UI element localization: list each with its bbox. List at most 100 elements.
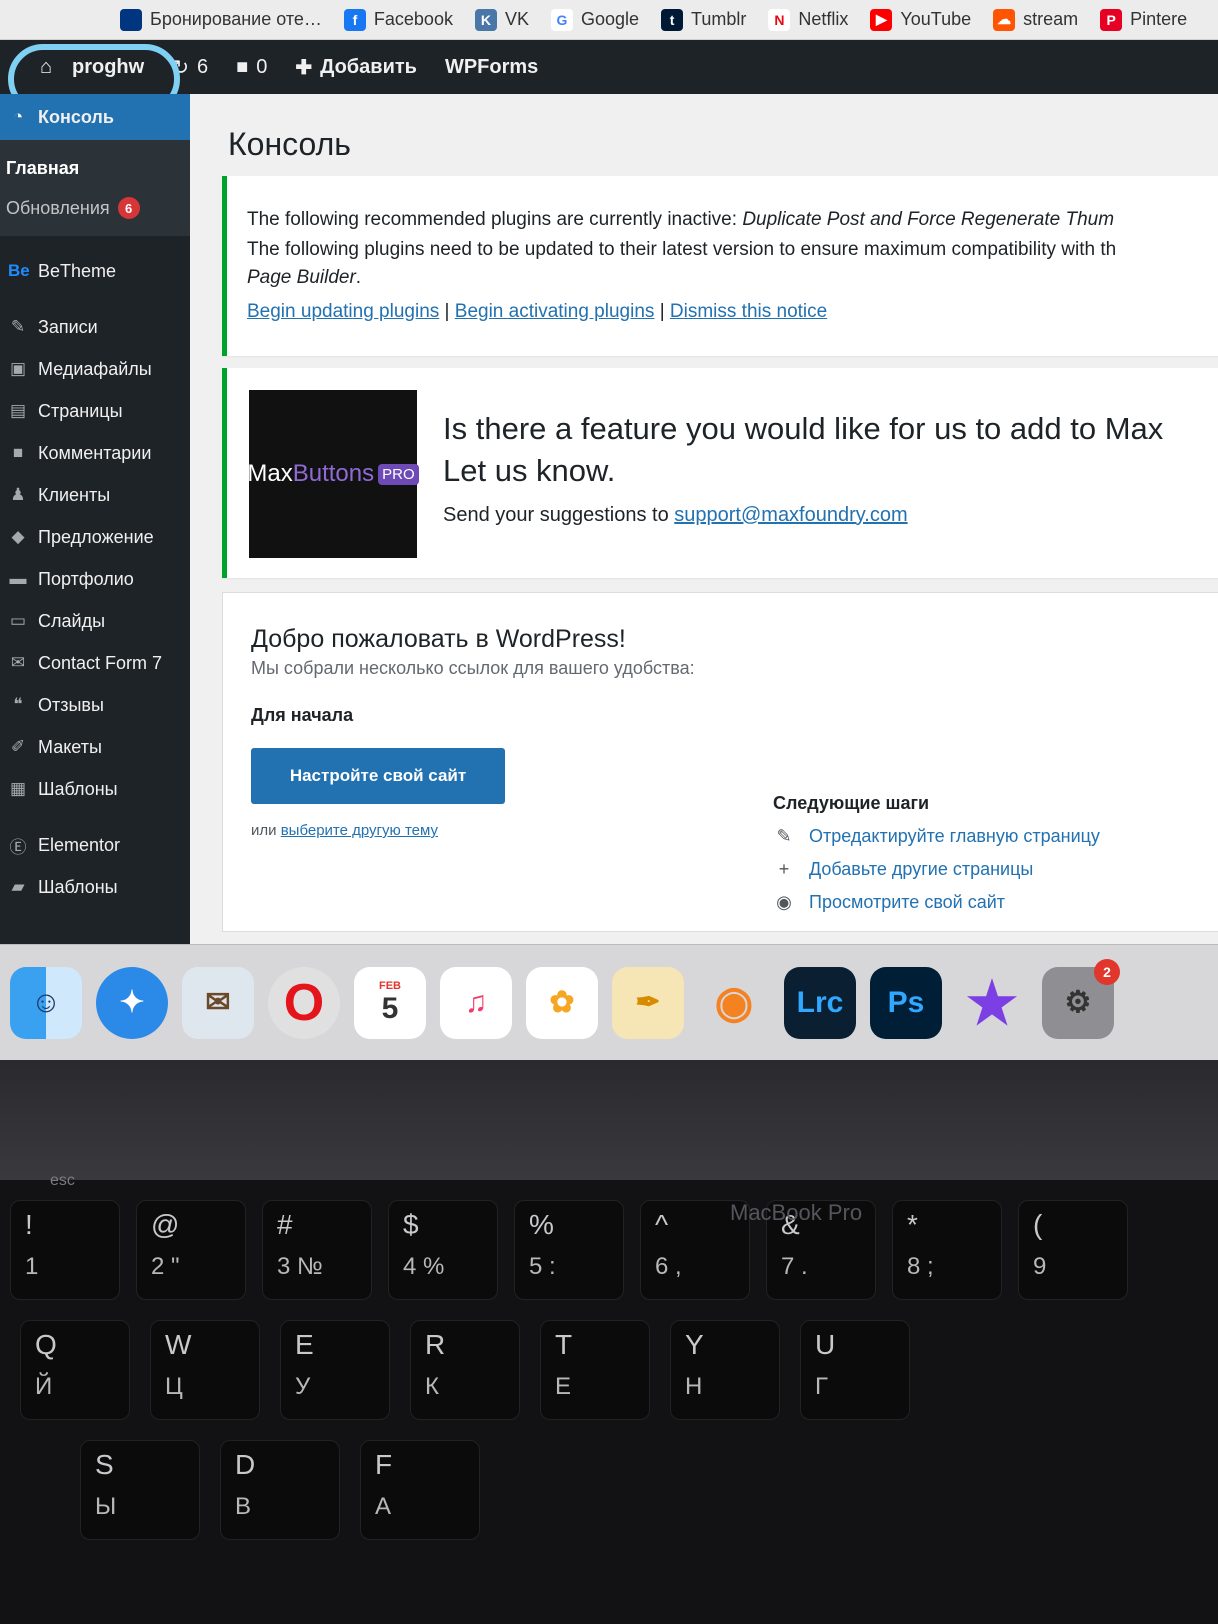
- sidebar-item[interactable]: ▣ Медиафайлы: [0, 348, 190, 390]
- finder-icon[interactable]: ☺: [10, 966, 82, 1039]
- sidebar-item-label: Страницы: [38, 400, 123, 421]
- bookmark-item[interactable]: f Facebook: [343, 8, 453, 31]
- key-primary: Q: [35, 1329, 57, 1360]
- key-secondary: У: [295, 1373, 311, 1400]
- photoshop-icon[interactable]: Ps: [870, 966, 942, 1039]
- submenu-updates[interactable]: Обновления 6: [0, 188, 190, 228]
- updates-badge: 6: [117, 197, 140, 219]
- sidebar-item[interactable]: ■ Комментарии: [0, 432, 190, 474]
- sidebar-item[interactable]: ▬ Портфолио: [0, 558, 190, 600]
- keyboard-key: SЫ: [80, 1440, 200, 1540]
- menu-separator: [0, 236, 190, 250]
- separator: |: [444, 301, 450, 322]
- bookmark-label: VK: [504, 9, 529, 29]
- sidebar-item[interactable]: ▤ Страницы: [0, 390, 190, 432]
- key-secondary: 2 ": [151, 1253, 180, 1280]
- bookmark-label: stream: [1023, 9, 1079, 29]
- folder-icon: ▰: [11, 877, 25, 896]
- music-icon[interactable]: ♫: [440, 966, 512, 1039]
- mail-icon: ✉: [10, 653, 26, 672]
- opera-icon[interactable]: O: [268, 966, 340, 1039]
- menu-separator: [0, 292, 190, 306]
- key-primary: U: [815, 1329, 836, 1360]
- keyboard-key: (9: [1018, 1200, 1128, 1300]
- blender-icon[interactable]: ◉: [698, 967, 770, 1039]
- bookmark-item[interactable]: ▶ YouTube: [870, 8, 972, 31]
- let-us-know: Let us know.: [443, 453, 616, 488]
- youtube-icon: ▶: [870, 8, 893, 31]
- new-content-label: Добавить: [320, 55, 417, 78]
- bookmark-label: YouTube: [900, 9, 972, 29]
- safari-icon[interactable]: ✦: [96, 966, 168, 1039]
- sidebar-item[interactable]: ❝ Отзывы: [0, 684, 190, 726]
- photos-icon[interactable]: ✿: [526, 966, 598, 1039]
- calendar-day: 5: [381, 991, 399, 1025]
- keyboard-key: YН: [670, 1320, 780, 1420]
- sidebar-item-label: Макеты: [38, 736, 102, 757]
- key-secondary: 4 %: [403, 1253, 445, 1280]
- send-suggestions-text: Send your suggestions to: [443, 504, 675, 526]
- key-primary: *: [907, 1209, 918, 1240]
- facebook-icon: f: [343, 8, 366, 31]
- lightroom-classic-icon[interactable]: Lrc: [784, 966, 856, 1039]
- begin-updating-link[interactable]: Begin updating plugins: [247, 301, 439, 322]
- keyboard-key: RК: [410, 1320, 520, 1420]
- new-content-link[interactable]: ✚ Добавить: [281, 40, 431, 94]
- macos-dock: ☺ ✦ ✉ O FEB 5 ♫ ✿ ✒ ◉ Lrc Ps ★ ⚙ 2: [0, 944, 1218, 1060]
- begin-activating-link[interactable]: Begin activating plugins: [455, 301, 655, 322]
- key-secondary: 8 ;: [907, 1253, 934, 1280]
- support-email-link[interactable]: support@maxfoundry.com: [674, 504, 907, 526]
- choose-theme-link[interactable]: выберите другую тему: [281, 822, 438, 839]
- sidebar-item[interactable]: ▭ Слайды: [0, 600, 190, 642]
- bookmark-item[interactable]: N Netflix: [768, 8, 848, 31]
- get-started-heading: Для начала: [251, 705, 354, 725]
- plus-icon: +: [778, 859, 790, 879]
- view-site-icon: ◉: [776, 892, 792, 912]
- next-step-link[interactable]: + Добавьте другие страницы: [773, 859, 1100, 880]
- bookmark-item[interactable]: K VK: [474, 8, 529, 31]
- bookmark-item[interactable]: P Pintere: [1100, 8, 1187, 31]
- dismiss-notice-link[interactable]: Dismiss this notice: [670, 301, 827, 322]
- bookmark-item[interactable]: t Tumblr: [661, 8, 746, 31]
- sidebar-item[interactable]: ✐ Макеты: [0, 726, 190, 768]
- sidebar-item-label: Комментарии: [38, 442, 152, 463]
- sidebar-item-label: Шаблоны: [38, 778, 118, 799]
- key-primary: #: [277, 1209, 293, 1240]
- sidebar-item[interactable]: Be BeTheme: [0, 250, 190, 292]
- sidebar-item-label: Elementor: [38, 834, 121, 855]
- next-step-link[interactable]: ◉ Просмотрите свой сайт: [773, 892, 1100, 913]
- imovie-icon[interactable]: ★: [956, 967, 1028, 1039]
- sidebar-item[interactable]: ◆ Предложение: [0, 516, 190, 558]
- next-steps-list: ✎ Отредактируйте главную страницу + Добавьт…: [773, 826, 1100, 913]
- sidebar-item-dashboard[interactable]: ◔ Консоль: [0, 94, 190, 140]
- sidebar-item[interactable]: ♟ Клиенты: [0, 474, 190, 516]
- keyboard-key: EУ: [280, 1320, 390, 1420]
- calendar-month: FEB: [379, 979, 401, 992]
- netflix-icon: N: [768, 8, 791, 31]
- sidebar-item[interactable]: ▰ Шаблоны: [0, 866, 190, 908]
- bookmark-item[interactable]: ☁ stream: [993, 8, 1079, 31]
- sidebar-item[interactable]: ✎ Записи: [0, 306, 190, 348]
- layouts-icon: ✐: [10, 737, 26, 756]
- customize-site-button[interactable]: Настройте свой сайт: [251, 748, 505, 804]
- system-preferences-icon[interactable]: ⚙ 2: [1042, 958, 1120, 1039]
- key-primary: F: [375, 1449, 393, 1480]
- esc-label: esc: [50, 1172, 75, 1189]
- calendar-icon[interactable]: FEB 5: [354, 966, 426, 1039]
- mail-stamp-icon[interactable]: ✉: [182, 966, 254, 1039]
- ps-label: Ps: [887, 985, 925, 1019]
- sidebar-item[interactable]: ✉ Contact Form 7: [0, 642, 190, 684]
- submenu-updates-label: Обновления: [6, 197, 110, 218]
- submenu-home-label: Главная: [6, 157, 80, 178]
- pages-icon[interactable]: ✒: [612, 966, 684, 1039]
- next-step-link[interactable]: ✎ Отредактируйте главную страницу: [773, 826, 1099, 847]
- bookmark-item[interactable]: Бронирование оте…: [120, 8, 322, 31]
- sidebar-item[interactable]: ▦ Шаблоны: [0, 768, 190, 810]
- sidebar-item[interactable]: Ⓔ Elementor: [0, 824, 190, 866]
- bookmark-item[interactable]: G Google: [550, 8, 639, 31]
- comments-link[interactable]: ■ 0: [222, 40, 281, 94]
- wpforms-link[interactable]: WPForms: [431, 40, 552, 94]
- submenu-home[interactable]: Главная: [0, 148, 190, 188]
- feature-question: Is there a feature you would like for us…: [443, 411, 1164, 446]
- key-primary: ^: [655, 1209, 669, 1240]
